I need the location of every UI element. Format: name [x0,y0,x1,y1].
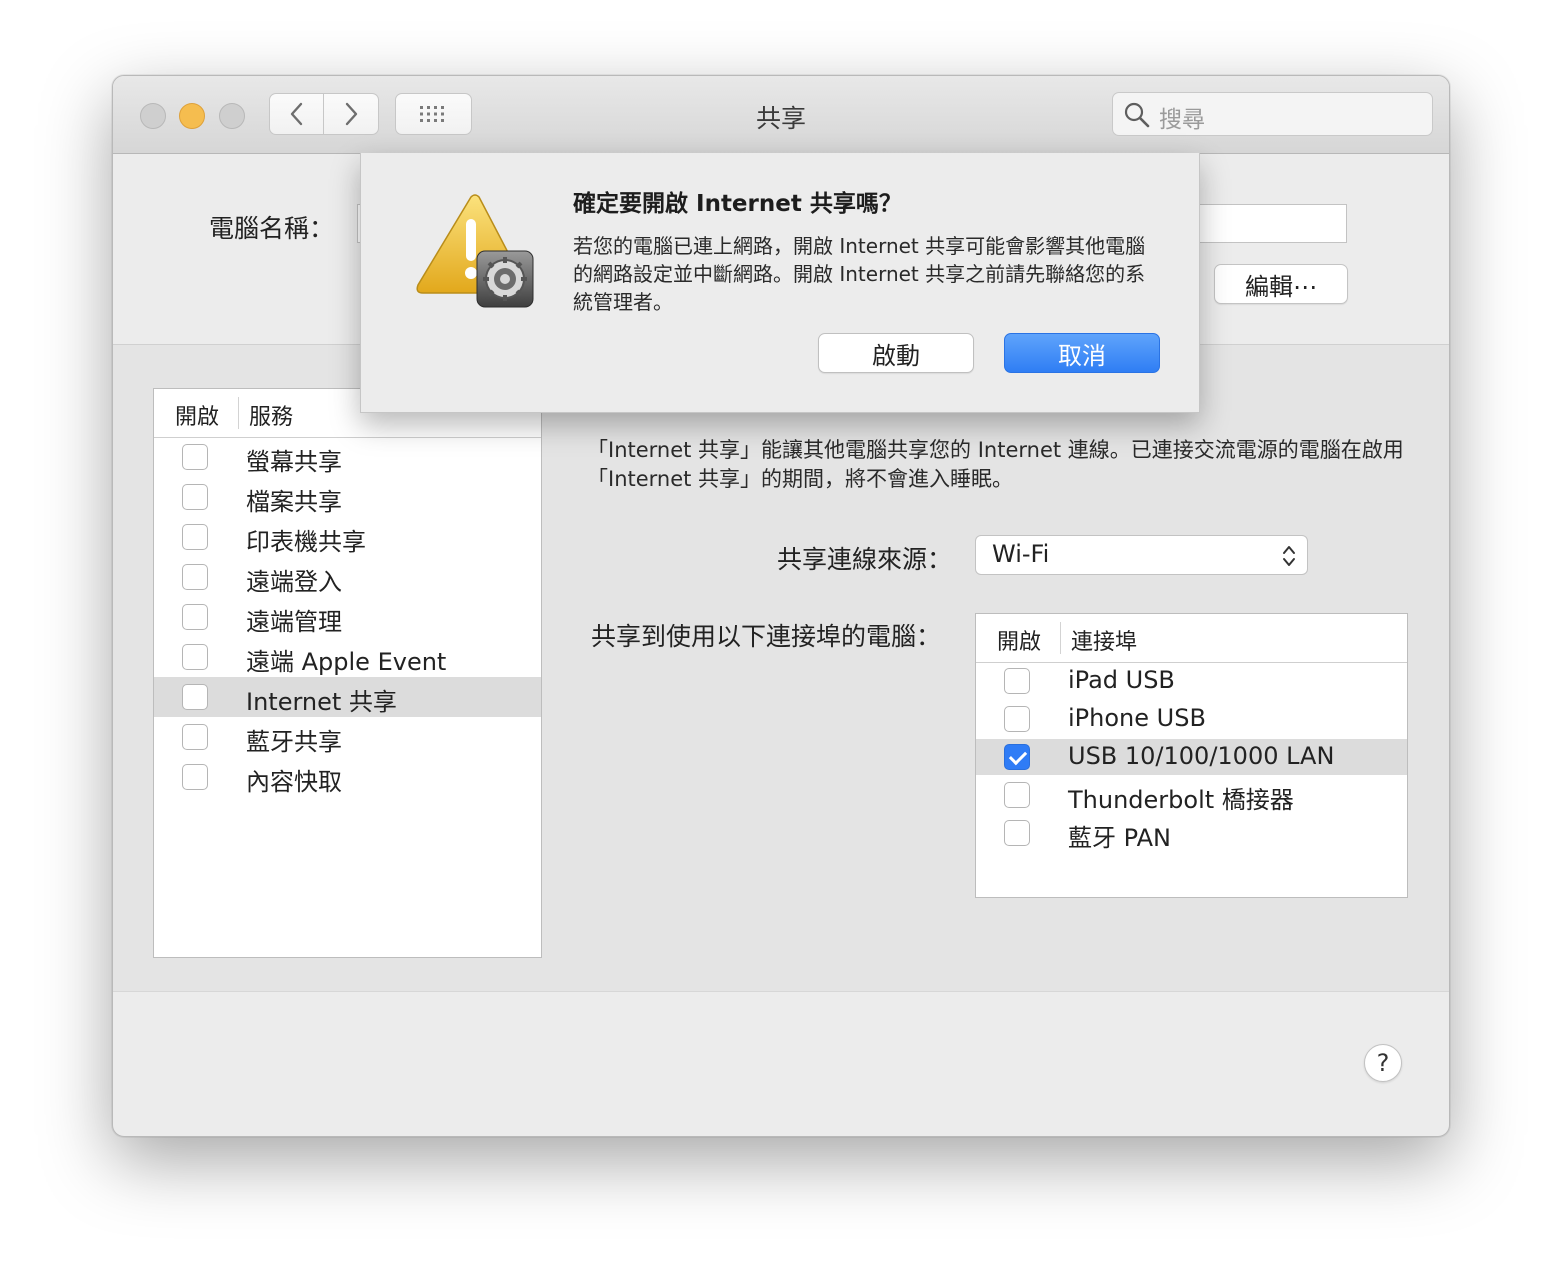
column-header-port[interactable]: 連接埠 [1071,624,1137,656]
checkbox[interactable] [1004,706,1030,732]
checkbox[interactable] [182,604,208,630]
port-row[interactable]: Thunderbolt 橋接器 [976,777,1407,814]
port-row[interactable]: iPad USB [976,663,1407,699]
service-label: 遠端管理 [246,608,342,636]
port-label: iPad USB [1068,666,1175,694]
checkbox[interactable] [182,484,208,510]
service-label: 內容快取 [246,768,342,796]
service-row[interactable]: 遠端登入 [154,557,541,597]
service-row[interactable]: 檔案共享 [154,477,541,517]
share-from-label: 共享連線來源： [777,545,953,574]
alert-sheet: 確定要開啟 Internet 共享嗎？ 若您的電腦已連上網路，開啟 Intern… [360,153,1200,413]
service-label: 螢幕共享 [246,448,342,476]
start-button[interactable]: 啟動 [818,333,974,373]
checkbox[interactable] [182,724,208,750]
port-label: iPhone USB [1068,704,1206,732]
column-header-on[interactable]: 開啟 [175,399,219,431]
checkbox[interactable] [1004,668,1030,694]
port-label: Thunderbolt 橋接器 [1068,786,1294,814]
cancel-button[interactable]: 取消 [1004,333,1160,373]
service-row[interactable]: 內容快取 [154,757,541,797]
service-label: 藍牙共享 [246,728,342,756]
checkbox[interactable] [1004,782,1030,808]
warning-icon [416,194,534,308]
checkbox[interactable] [182,564,208,590]
service-row[interactable]: 印表機共享 [154,517,541,557]
checkbox[interactable] [182,644,208,670]
computer-name-label: 電腦名稱： [209,214,335,243]
share-from-popup[interactable]: Wi-Fi [975,535,1308,575]
service-row[interactable]: 藍牙共享 [154,717,541,757]
column-divider [238,397,239,429]
service-row[interactable]: Internet 共享 [154,677,541,717]
service-label: 遠端登入 [246,568,342,596]
search-icon [1124,102,1150,128]
help-button[interactable]: ? [1364,1044,1402,1082]
checkbox[interactable] [1004,820,1030,846]
service-label: Internet 共享 [246,688,397,716]
services-list[interactable]: 開啟 服務 螢幕共享檔案共享印表機共享遠端登入遠端管理遠端 Apple Even… [153,388,542,958]
service-label: 檔案共享 [246,488,342,516]
ports-list-header: 開啟 連接埠 [976,614,1407,663]
column-header-service[interactable]: 服務 [249,399,293,431]
service-label: 遠端 Apple Event [246,648,447,676]
service-label: 印表機共享 [246,528,366,556]
alert-title: 確定要開啟 Internet 共享嗎？ [573,191,902,217]
checkbox[interactable] [182,764,208,790]
checkbox[interactable] [1004,744,1030,770]
service-row[interactable]: 遠端 Apple Event [154,637,541,677]
port-label: 藍牙 PAN [1068,824,1171,852]
port-row[interactable]: USB 10/100/1000 LAN [976,739,1407,775]
edit-button[interactable]: 編輯⋯ [1214,264,1348,304]
port-row[interactable]: iPhone USB [976,701,1407,737]
checkbox[interactable] [182,524,208,550]
checkbox[interactable] [182,684,208,710]
ports-list[interactable]: 開啟 連接埠 iPad USB iPhone USB USB 10/100/1000… [975,613,1408,898]
title-bar: 共享 搜尋 [113,76,1449,154]
search-placeholder: 搜尋 [1159,107,1205,133]
search-field[interactable]: 搜尋 [1112,92,1433,136]
internet-sharing-description: 「Internet 共享」能讓其他電腦共享您的 Internet 連線。已連接交… [587,438,1404,491]
service-row[interactable]: 螢幕共享 [154,437,541,477]
checkbox[interactable] [182,444,208,470]
share-to-ports-label: 共享到使用以下連接埠的電腦： [591,622,942,651]
port-label: USB 10/100/1000 LAN [1068,742,1335,770]
column-header-on[interactable]: 開啟 [997,624,1041,656]
share-from-value: Wi-Fi [992,540,1050,568]
alert-message: 若您的電腦已連上網路，開啟 Internet 共享可能會影響其他電腦的網路設定並… [573,234,1146,314]
updown-chevron-icon [1283,546,1295,566]
port-row[interactable]: 藍牙 PAN [976,815,1407,852]
column-divider [1060,622,1061,654]
service-row[interactable]: 遠端管理 [154,597,541,637]
settings-panel: 開啟 服務 螢幕共享檔案共享印表機共享遠端登入遠端管理遠端 Apple Even… [113,344,1449,992]
